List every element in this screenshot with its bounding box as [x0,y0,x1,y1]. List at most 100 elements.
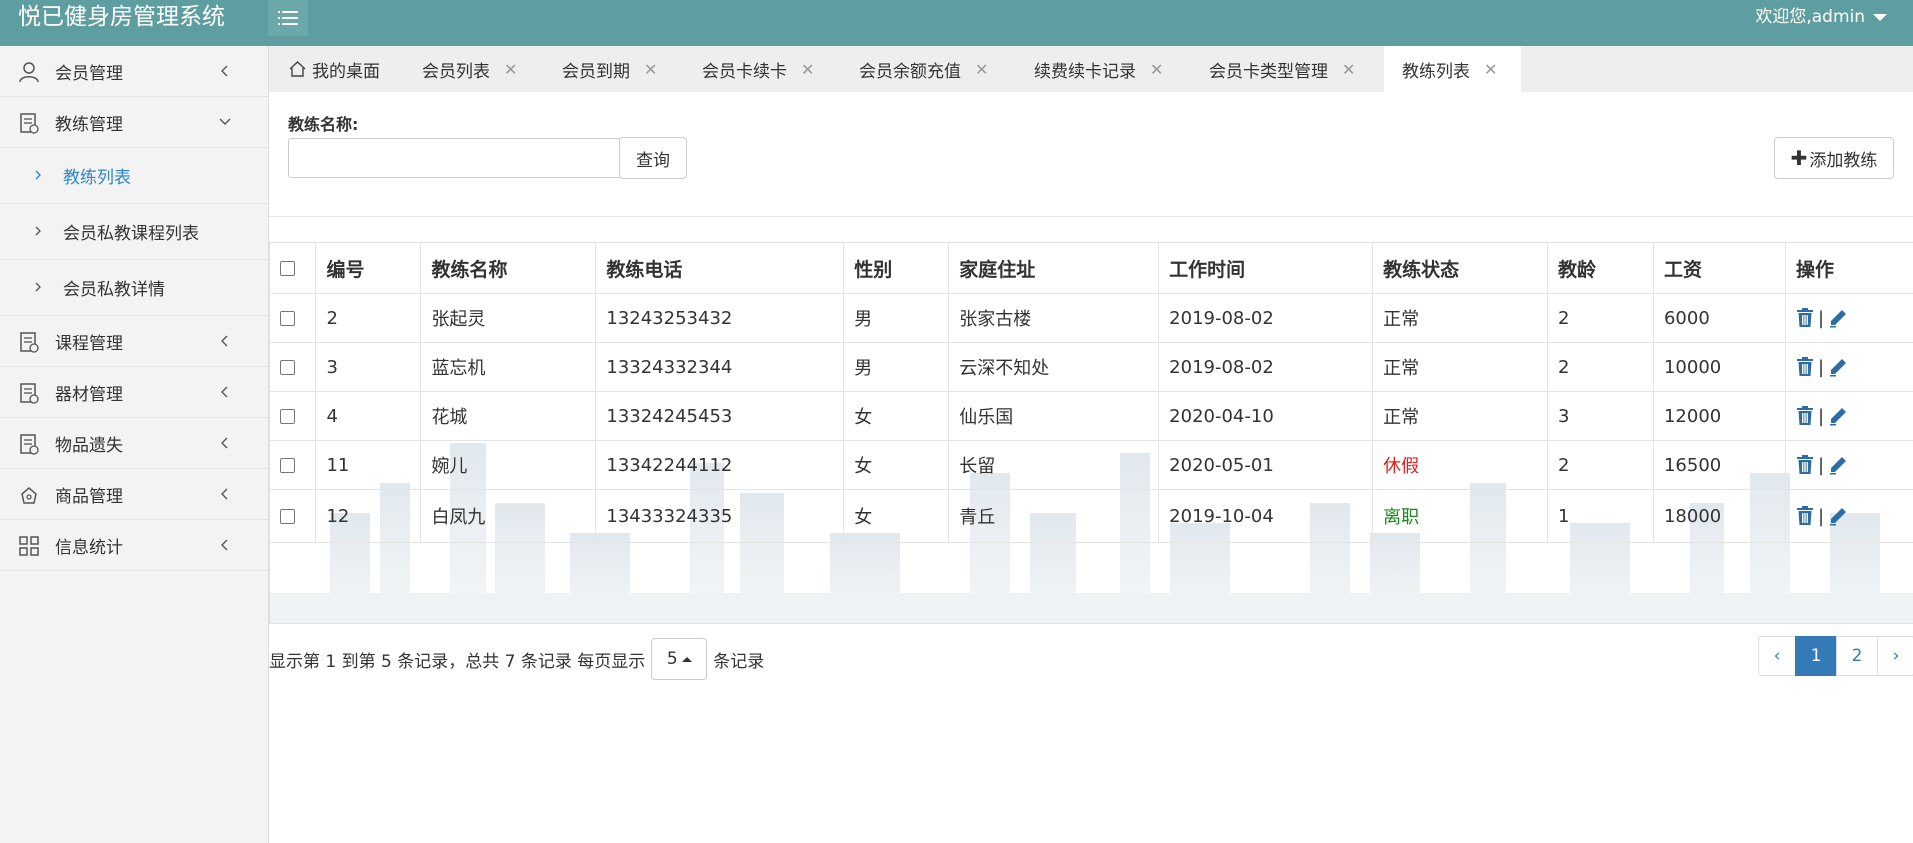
trash-icon[interactable] [1796,506,1814,526]
close-icon[interactable]: ✕ [1150,60,1163,79]
cell-id: 3 [315,342,422,392]
row-checkbox[interactable] [280,458,295,473]
column-header: 教练电话 [595,243,845,294]
chevron-down-icon [219,118,231,125]
edit-pencil-icon[interactable] [1828,406,1848,426]
sidebar-item-label: 商品管理 [55,486,123,507]
close-icon[interactable]: ✕ [975,60,988,79]
record-summary: 显示第 1 到第 5 条记录，总共 7 条记录 每页显示 [269,651,646,672]
cell-address: 张家古楼 [948,293,1160,343]
caret-up-icon [681,656,692,662]
edit-pencil-icon[interactable] [1828,506,1848,526]
tab-member-expire[interactable]: 会员到期 ✕ [562,46,657,92]
cell-years: 2 [1547,440,1654,490]
row-checkbox[interactable] [280,409,295,424]
next-page-button[interactable]: › [1877,636,1913,676]
app-title: 悦已健身房管理系统 [18,4,225,30]
column-header: 教练名称 [420,243,597,294]
sidebar-item-coach[interactable]: 教练管理 [0,97,268,148]
tab-coach-list[interactable]: 教练列表 ✕ [1384,46,1521,92]
user-menu[interactable]: 欢迎您,admin [1755,0,1887,34]
sidebar-item-label: 课程管理 [55,333,123,354]
close-icon[interactable]: ✕ [504,60,517,79]
table-row: 11 婉儿 13342244112 女 长留 2020-05-01 休假 2 1… [270,440,1913,490]
chevron-left-icon [221,488,228,500]
cart-icon [21,487,37,504]
sidebar: 会员管理 教练管理 教练列表 会员私教课程列表 会员私教详情 课程管理 器材管理… [0,46,269,843]
column-header: 教练状态 [1372,243,1549,294]
select-all-checkbox[interactable] [280,261,295,276]
tab-card-renew[interactable]: 会员卡续卡 ✕ [702,46,814,92]
add-coach-button[interactable]: ✚ 添加教练 [1774,137,1894,179]
close-icon[interactable]: ✕ [1342,60,1355,79]
close-icon[interactable]: ✕ [644,60,657,79]
edit-pencil-icon[interactable] [1828,455,1848,475]
sidebar-item-label: 物品遗失 [55,435,123,456]
trash-icon[interactable] [1796,357,1814,377]
cell-gender: 男 [843,342,950,392]
cell-id: 11 [315,440,422,490]
grid-icon [19,536,39,556]
sidebar-item-statistics[interactable]: 信息统计 [0,520,268,571]
edit-pencil-icon[interactable] [1828,357,1848,377]
sidebar-subitem-private-detail[interactable]: 会员私教详情 [0,260,268,316]
sidebar-item-label: 器材管理 [55,384,123,405]
cell-id: 4 [315,391,422,441]
page-2-button[interactable]: 2 [1836,636,1878,676]
table-header-row: 编号 教练名称 教练电话 性别 家庭住址 工作时间 教练状态 教龄 工资 操作 [270,243,1913,294]
cell-actions: | [1785,391,1913,441]
tab-desktop[interactable]: 我的桌面 [289,46,380,92]
close-icon[interactable]: ✕ [1484,60,1497,79]
column-header: 工作时间 [1158,243,1374,294]
chevron-left-icon [221,386,228,398]
trash-icon[interactable] [1796,308,1814,328]
page-size-dropdown[interactable]: 5 [651,638,708,680]
cell-salary: 18000 [1653,489,1786,543]
sidebar-item-member[interactable]: 会员管理 [0,46,268,97]
row-checkbox[interactable] [280,360,295,375]
sidebar-item-goods[interactable]: 商品管理 [0,469,268,520]
cell-actions: | [1785,342,1913,392]
cell-address: 长留 [948,440,1160,490]
sidebar-item-equipment[interactable]: 器材管理 [0,367,268,418]
cell-salary: 12000 [1653,391,1786,441]
query-button[interactable]: 查询 [619,137,687,179]
cell-salary: 10000 [1653,342,1786,392]
tab-balance-recharge[interactable]: 会员余额充值 ✕ [859,46,988,92]
column-header: 工资 [1653,243,1786,294]
sidebar-subitem-coach-list[interactable]: 教练列表 [0,148,268,204]
trash-icon[interactable] [1796,406,1814,426]
tab-renew-records[interactable]: 续费续卡记录 ✕ [1034,46,1163,92]
home-icon [289,61,306,77]
close-icon[interactable]: ✕ [801,60,814,79]
cell-address: 仙乐国 [948,391,1160,441]
cell-phone: 13324245453 [595,391,845,441]
tab-label: 会员到期 [562,61,630,82]
coach-name-input[interactable] [288,138,631,178]
row-select-cell [270,342,317,392]
row-checkbox[interactable] [280,311,295,326]
coach-table: 编号 教练名称 教练电话 性别 家庭住址 工作时间 教练状态 教龄 工资 操作 … [270,243,1913,543]
tab-member-list[interactable]: 会员列表 ✕ [422,46,517,92]
tab-label: 我的桌面 [312,61,380,82]
tab-label: 会员卡续卡 [702,61,787,82]
edit-pencil-icon[interactable] [1828,308,1848,328]
sidebar-subitem-private-course-list[interactable]: 会员私教课程列表 [0,204,268,260]
page-1-button[interactable]: 1 [1795,636,1837,676]
sidebar-item-lost-items[interactable]: 物品遗失 [0,418,268,469]
prev-page-button[interactable]: ‹ [1758,636,1796,676]
row-select-cell [270,440,317,490]
tab-card-type[interactable]: 会员卡类型管理 ✕ [1209,46,1355,92]
trash-icon[interactable] [1796,455,1814,475]
row-checkbox[interactable] [280,509,295,524]
user-icon [19,62,39,83]
table-row: 12 白凤九 13433324335 女 青丘 2019-10-04 离职 1 … [270,489,1913,543]
cell-actions: | [1785,440,1913,490]
cell-actions: | [1785,489,1913,543]
sidebar-item-course[interactable]: 课程管理 [0,316,268,367]
menu-toggle-button[interactable] [268,0,308,36]
cell-name: 张起灵 [420,293,597,343]
cell-name: 蓝忘机 [420,342,597,392]
page-size-value: 5 [666,649,678,669]
row-select-cell [270,293,317,343]
